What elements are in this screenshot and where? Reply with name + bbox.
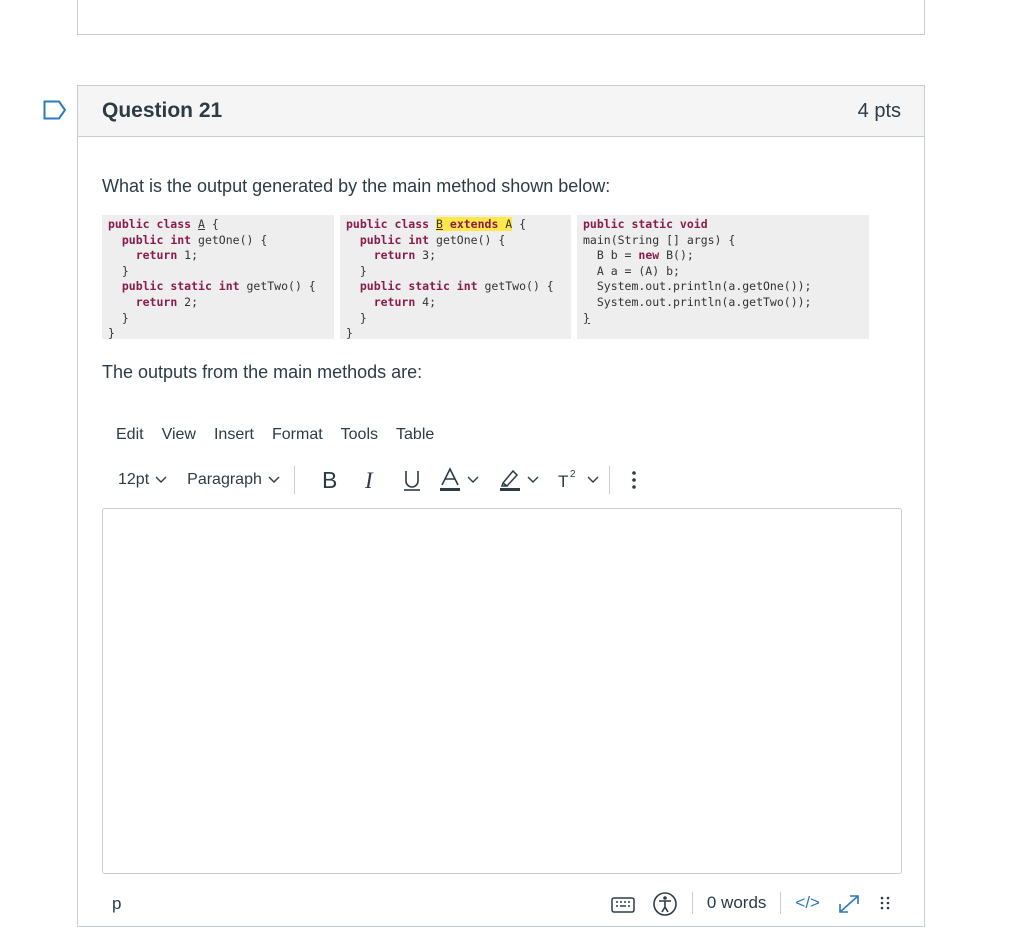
block-format-select[interactable]: Paragraph: [187, 471, 280, 489]
svg-text:T: T: [558, 472, 568, 491]
code-line: B b = new B();: [583, 248, 694, 263]
more-options-icon[interactable]: [626, 465, 642, 495]
code-line: public int getOne() {: [121, 232, 268, 247]
bold-icon[interactable]: B: [309, 465, 353, 495]
accessibility-icon[interactable]: [648, 890, 682, 916]
chevron-down-icon: [467, 476, 479, 483]
code-line: public class B extends A {: [346, 217, 527, 231]
question-title: Question 21: [102, 99, 223, 122]
code-line: public int getOne() {: [359, 232, 506, 247]
highlight-color-button[interactable]: [499, 465, 539, 495]
code-line: System.out.println(a.getTwo());: [583, 294, 812, 309]
highlighter-icon: [499, 469, 520, 491]
font-size-select[interactable]: 12pt: [118, 471, 167, 489]
element-path[interactable]: p: [112, 894, 121, 914]
italic-icon[interactable]: I: [353, 465, 393, 495]
svg-text:I: I: [364, 468, 374, 493]
toolbar-divider: [293, 466, 295, 494]
menu-view[interactable]: View: [162, 426, 196, 444]
html-editor-toggle[interactable]: </>: [795, 893, 820, 913]
svg-text:2: 2: [570, 469, 576, 480]
menu-format[interactable]: Format: [272, 426, 323, 444]
code-line: }: [346, 310, 367, 325]
chevron-down-icon: [155, 476, 167, 483]
resize-handle-icon[interactable]: [878, 892, 892, 914]
code-line: public static int getTwo() {: [121, 279, 316, 294]
chevron-down-icon: [268, 476, 280, 483]
svg-text:B: B: [322, 467, 337, 493]
code-line: }: [108, 326, 115, 341]
code-line: return 3;: [373, 248, 437, 263]
question-header: Question 21 4 pts: [78, 86, 924, 137]
fullscreen-icon[interactable]: [836, 892, 862, 914]
superscript-button[interactable]: T2: [557, 465, 599, 495]
code-main-method: public static void main(String [] args) …: [577, 215, 869, 339]
code-line: return 2;: [135, 294, 199, 309]
previous-question-card: [77, 0, 925, 35]
superscript-icon: T2: [558, 469, 576, 491]
editor-toolbar: 12pt Paragraph B I T2: [118, 464, 642, 496]
code-line: A a = (A) b;: [583, 263, 680, 278]
question-card: Question 21 4 pts What is the output gen…: [77, 85, 925, 927]
menu-table[interactable]: Table: [396, 426, 434, 444]
text-color-icon: [439, 467, 460, 491]
code-class-b: public class B extends A { public int ge…: [340, 215, 571, 341]
statusbar-divider: [780, 892, 782, 914]
text-color-button[interactable]: [439, 465, 479, 495]
block-format-value: Paragraph: [187, 471, 262, 488]
word-count[interactable]: 0 words: [707, 893, 767, 913]
code-line: System.out.println(a.getOne());: [583, 279, 812, 294]
toolbar-divider: [608, 466, 610, 494]
code-line: return 1;: [135, 248, 199, 263]
code-line: }: [108, 263, 129, 278]
statusbar-tools: 0 words </>: [610, 890, 900, 916]
flag-question-icon[interactable]: [43, 100, 67, 120]
menu-edit[interactable]: Edit: [116, 426, 144, 444]
menu-insert[interactable]: Insert: [214, 426, 254, 444]
code-line: }: [108, 310, 129, 325]
question-followup: The outputs from the main methods are:: [102, 362, 423, 382]
code-class-a: public class A { public int getOne() { r…: [102, 215, 334, 341]
code-line: public class A {: [108, 217, 219, 231]
chevron-down-icon: [587, 476, 599, 483]
editor-statusbar: p 0 words </>: [102, 886, 900, 916]
code-line: public static int getTwo() {: [359, 279, 554, 294]
code-line: }: [583, 310, 590, 325]
code-line: return 4;: [373, 294, 437, 309]
rich-text-editor-area[interactable]: [102, 508, 902, 874]
statusbar-divider: [691, 892, 693, 914]
code-line: }: [346, 326, 353, 341]
underline-icon[interactable]: [393, 465, 433, 495]
font-size-value: 12pt: [118, 471, 150, 488]
code-line: main(String [] args) {: [583, 232, 736, 247]
menu-tools[interactable]: Tools: [341, 426, 378, 444]
chevron-down-icon: [527, 476, 539, 483]
question-points: 4 pts: [857, 99, 901, 122]
keyboard-icon[interactable]: [610, 892, 636, 914]
code-line: public static void: [583, 217, 708, 231]
code-line: }: [346, 263, 367, 278]
question-prompt: What is the output generated by the main…: [102, 176, 611, 196]
editor-menubar: Edit View Insert Format Tools Table: [116, 426, 452, 444]
code-images: public class A { public int getOne() { r…: [102, 215, 869, 341]
